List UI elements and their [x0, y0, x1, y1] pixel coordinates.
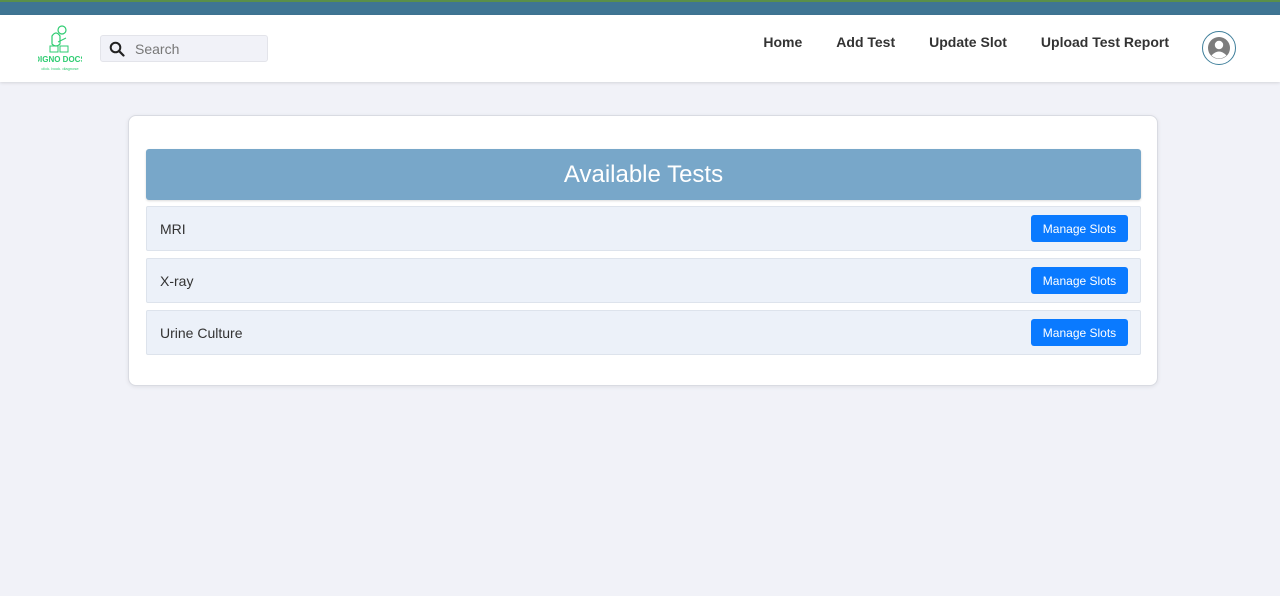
available-tests-card: Available Tests MRI Manage Slots X-ray M…: [128, 115, 1158, 386]
nav-add-test[interactable]: Add Test: [836, 34, 895, 50]
manage-slots-button[interactable]: Manage Slots: [1031, 215, 1128, 242]
search-input[interactable]: [135, 39, 263, 59]
nav-home[interactable]: Home: [763, 34, 802, 50]
top-accent-strip: [0, 0, 1280, 15]
manage-slots-button[interactable]: Manage Slots: [1031, 319, 1128, 346]
logo-tagline: click. book. diagnose: [41, 66, 79, 71]
search-box[interactable]: [100, 35, 268, 62]
test-name: Urine Culture: [160, 325, 243, 341]
test-row: X-ray Manage Slots: [146, 258, 1141, 303]
card-header: Available Tests: [146, 149, 1141, 200]
test-name: X-ray: [160, 273, 194, 289]
page-title: Available Tests: [563, 160, 724, 188]
main-nav: Home Add Test Update Slot Upload Test Re…: [763, 34, 1169, 50]
user-avatar-button[interactable]: [1202, 31, 1236, 65]
test-list: MRI Manage Slots X-ray Manage Slots Urin…: [146, 206, 1141, 362]
nav-update-slot[interactable]: Update Slot: [929, 34, 1007, 50]
user-circle-icon: [1208, 37, 1230, 59]
test-row: Urine Culture Manage Slots: [146, 310, 1141, 355]
test-name: MRI: [160, 221, 186, 237]
manage-slots-button[interactable]: Manage Slots: [1031, 267, 1128, 294]
search-icon: [109, 41, 125, 57]
digno-docs-logo[interactable]: DIGNO DOCS click. book. diagnose: [38, 24, 82, 74]
navbar: DIGNO DOCS click. book. diagnose Home Ad…: [0, 15, 1280, 82]
test-row: MRI Manage Slots: [146, 206, 1141, 251]
nav-upload-test-report[interactable]: Upload Test Report: [1041, 34, 1169, 50]
logo-title: DIGNO DOCS: [38, 55, 82, 64]
